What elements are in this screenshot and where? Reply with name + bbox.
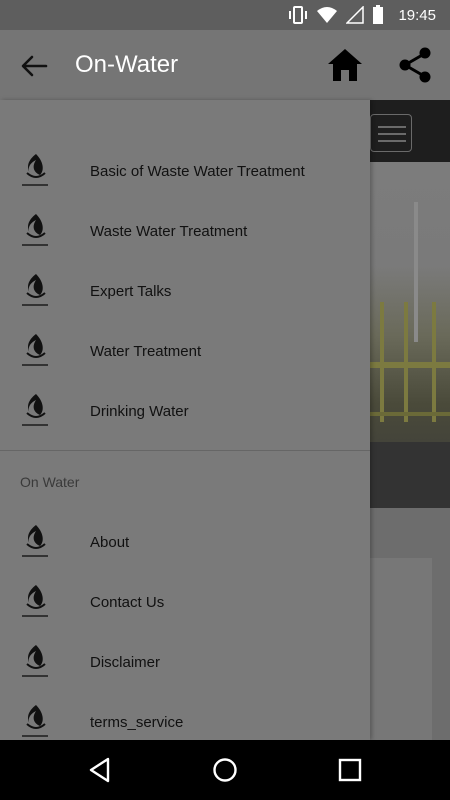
home-icon[interactable] bbox=[326, 47, 364, 83]
drawer-item-label: About bbox=[90, 533, 130, 551]
share-icon[interactable] bbox=[397, 47, 433, 83]
background-photo bbox=[370, 162, 450, 508]
home-circle-icon[interactable] bbox=[211, 756, 239, 784]
drawer-item-label: Basic of Waste Water Treatment bbox=[90, 162, 305, 180]
background-content bbox=[370, 100, 450, 740]
drawer-item-about[interactable]: About bbox=[0, 512, 370, 572]
drawer-item-disclaimer[interactable]: Disclaimer bbox=[0, 632, 370, 692]
back-triangle-icon[interactable] bbox=[86, 756, 114, 784]
drawer-item-label: terms_service bbox=[90, 713, 184, 731]
navigation-drawer: Basic of Waste Water Treatment Waste Wat… bbox=[0, 100, 370, 740]
recents-square-icon[interactable] bbox=[336, 756, 364, 784]
drawer-item-basic-of-waste-water-treatment[interactable]: Basic of Waste Water Treatment bbox=[0, 141, 370, 201]
on-water-logo-icon bbox=[22, 154, 48, 186]
drawer-item-contact-us[interactable]: Contact Us bbox=[0, 572, 370, 632]
on-water-logo-icon bbox=[22, 394, 48, 426]
signal-icon bbox=[346, 6, 365, 24]
status-time: 19:45 bbox=[398, 6, 436, 24]
drawer-item-label: Contact Us bbox=[90, 593, 165, 611]
on-water-logo-icon bbox=[22, 334, 48, 366]
on-water-logo-icon bbox=[22, 214, 48, 246]
app-title: On-Water bbox=[75, 51, 179, 78]
background-card bbox=[370, 558, 432, 740]
drawer-item-water-treatment[interactable]: Water Treatment bbox=[0, 321, 370, 381]
on-water-logo-icon bbox=[22, 705, 48, 737]
battery-icon bbox=[373, 5, 384, 24]
drawer-divider bbox=[0, 450, 370, 451]
drawer-item-label: Drinking Water bbox=[90, 402, 189, 420]
drawer-item-expert-talks[interactable]: Expert Talks bbox=[0, 261, 370, 321]
hamburger-menu-icon bbox=[370, 114, 412, 152]
vibrate-icon bbox=[289, 6, 308, 24]
drawer-item-label: Waste Water Treatment bbox=[90, 222, 248, 240]
drawer-item-label: Disclaimer bbox=[90, 653, 161, 671]
on-water-logo-icon bbox=[22, 645, 48, 677]
system-nav-bar bbox=[0, 740, 450, 800]
drawer-item-drinking-water[interactable]: Drinking Water bbox=[0, 381, 370, 441]
drawer-item-waste-water-treatment[interactable]: Waste Water Treatment bbox=[0, 201, 370, 261]
on-water-logo-icon bbox=[22, 525, 48, 557]
status-bar: 19:45 bbox=[0, 0, 450, 30]
wifi-icon bbox=[317, 7, 338, 23]
back-arrow-icon[interactable] bbox=[18, 52, 50, 80]
on-water-logo-icon bbox=[22, 274, 48, 306]
on-water-logo-icon bbox=[22, 585, 48, 617]
drawer-item-label: Water Treatment bbox=[90, 342, 202, 360]
drawer-item-terms-service[interactable]: terms_service bbox=[0, 692, 370, 740]
app-bar: On-Water bbox=[0, 30, 450, 100]
drawer-item-label: Expert Talks bbox=[90, 282, 172, 300]
background-header bbox=[370, 100, 450, 162]
drawer-section-title: On Water bbox=[20, 474, 80, 490]
